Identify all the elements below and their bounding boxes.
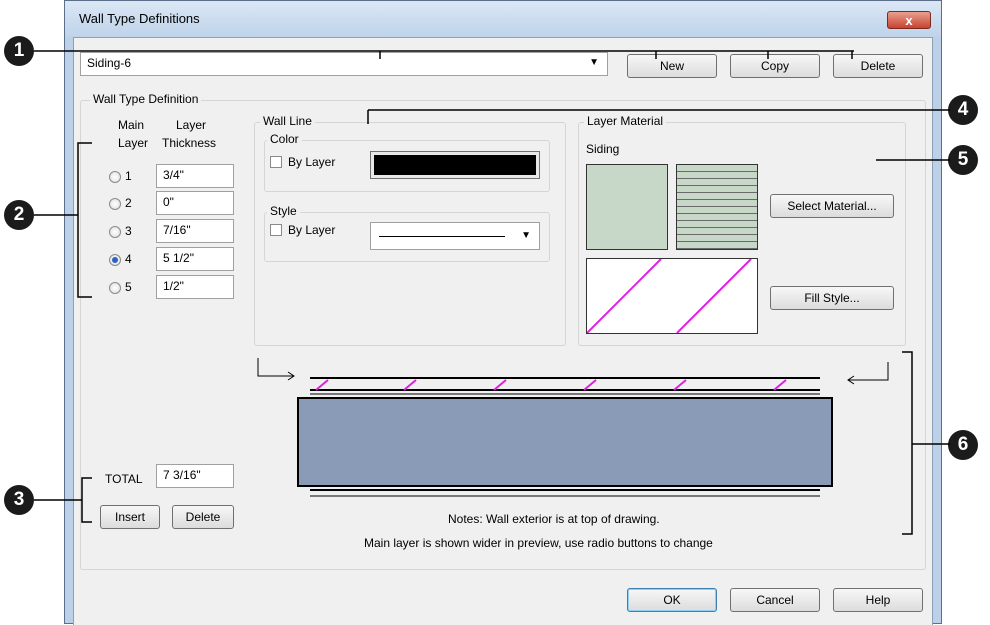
color-picker-button[interactable] [370, 151, 540, 179]
layer-2-radio[interactable] [109, 198, 121, 210]
total-thickness: 7 3/16" [156, 464, 234, 488]
callout-6: 6 [948, 430, 978, 460]
fill-pattern-preview [586, 258, 758, 334]
layer-4-radio[interactable] [109, 254, 121, 266]
wall-line-label: Wall Line [260, 114, 315, 128]
ok-button[interactable]: OK [627, 588, 717, 612]
callout-3-leader [34, 477, 92, 523]
callout-2-leader [34, 142, 92, 298]
layer-4-label: 4 [125, 252, 132, 266]
close-button[interactable]: x [887, 11, 931, 29]
layer-4-thickness[interactable]: 5 1/2" [156, 247, 234, 271]
title-bar[interactable]: Wall Type Definitions x [65, 1, 941, 37]
callout-1-leader [34, 50, 854, 59]
color-bylayer-label: By Layer [288, 155, 336, 169]
callout-5-leader [876, 159, 950, 161]
line-style-select[interactable]: ▼ [370, 222, 540, 250]
callout-6-leader [902, 351, 950, 535]
layer-2-label: 2 [125, 196, 132, 210]
layer-1-radio[interactable] [109, 171, 121, 183]
preview-note-2: Main layer is shown wider in preview, us… [364, 536, 713, 550]
layer-3-thickness[interactable]: 7/16" [156, 219, 234, 243]
callout-2: 2 [4, 200, 34, 230]
window-title: Wall Type Definitions [79, 11, 200, 26]
insert-layer-button[interactable]: Insert [100, 505, 160, 529]
layer-1-thickness[interactable]: 3/4" [156, 164, 234, 188]
wall-type-definition-label: Wall Type Definition [90, 92, 202, 106]
style-bylayer-checkbox[interactable] [270, 224, 282, 236]
fill-style-button[interactable]: Fill Style... [770, 286, 894, 310]
style-bylayer-label: By Layer [288, 223, 336, 237]
delete-layer-button[interactable]: Delete [172, 505, 234, 529]
preview-note-1: Notes: Wall exterior is at top of drawin… [448, 512, 660, 526]
layer-5-thickness[interactable]: 1/2" [156, 275, 234, 299]
layer-5-label: 5 [125, 280, 132, 294]
color-label: Color [267, 132, 302, 146]
chevron-down-icon: ▼ [521, 230, 531, 241]
layer-2-thickness[interactable]: 0" [156, 191, 234, 215]
right-arrow-icon [847, 362, 889, 385]
material-color-swatch [586, 164, 668, 250]
col-layer-header: Layer [176, 118, 207, 132]
callout-5: 5 [948, 145, 978, 175]
cancel-button[interactable]: Cancel [730, 588, 820, 612]
callout-4: 4 [948, 95, 978, 125]
material-name: Siding [586, 142, 620, 156]
total-label: TOTAL [105, 472, 143, 486]
col-thickness-header: Thickness [162, 136, 217, 150]
callout-4-leader [367, 109, 950, 124]
style-label: Style [267, 204, 300, 218]
callout-3: 3 [4, 485, 34, 515]
color-bylayer-checkbox[interactable] [270, 156, 282, 168]
layer-3-radio[interactable] [109, 226, 121, 238]
wall-preview [254, 356, 844, 506]
layer-5-radio[interactable] [109, 282, 121, 294]
callout-1: 1 [4, 36, 34, 66]
layer-3-label: 3 [125, 224, 132, 238]
help-button[interactable]: Help [833, 588, 923, 612]
select-material-button[interactable]: Select Material... [770, 194, 894, 218]
col-main-header-2: Layer [118, 136, 149, 150]
color-swatch [374, 155, 536, 175]
dialog-window: Wall Type Definitions x Siding-6 ▼ New C… [64, 0, 942, 625]
material-texture-swatch [676, 164, 758, 250]
line-style-sample [379, 236, 505, 237]
layer-1-label: 1 [125, 169, 132, 183]
col-main-header: Main [118, 118, 145, 132]
